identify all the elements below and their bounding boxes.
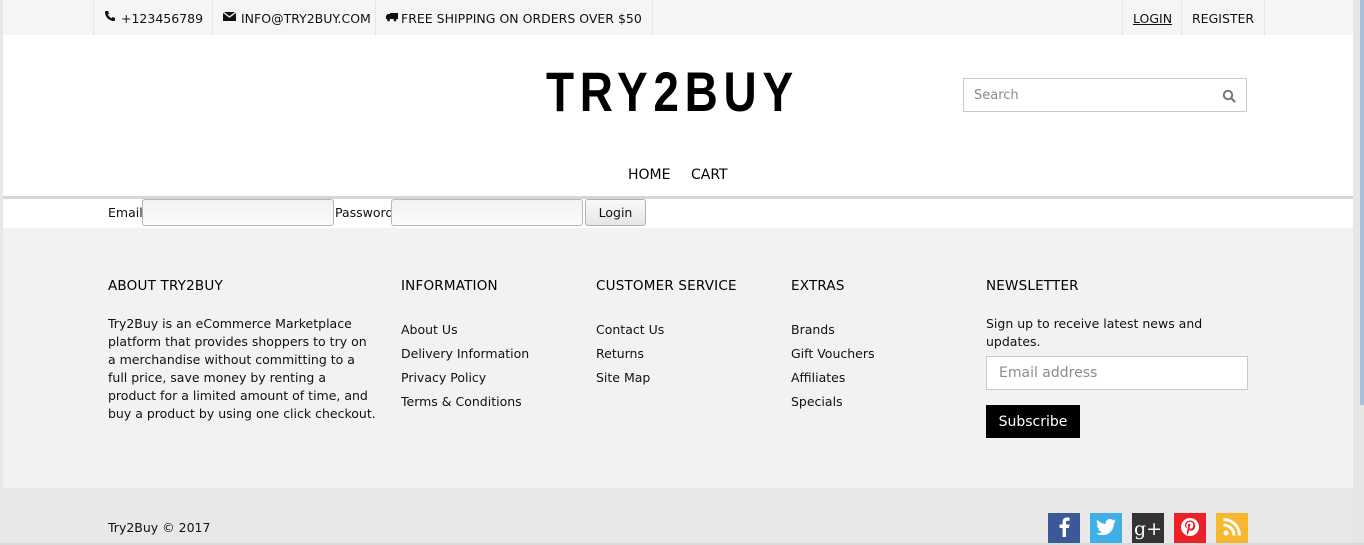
phone-icon xyxy=(104,1,116,36)
search-icon[interactable] xyxy=(1222,88,1236,103)
truck-icon xyxy=(386,1,398,36)
footer-information: INFORMATION About Us Delivery Informatio… xyxy=(401,278,529,409)
footer-about: ABOUT TRY2BUY Try2Buy is an eCommerce Ma… xyxy=(108,278,378,421)
envelope-icon xyxy=(222,1,237,36)
login-form: Email Password Login xyxy=(3,199,1353,228)
topbar-email[interactable]: INFO@TRY2BUY.COM xyxy=(212,0,381,35)
newsletter-title: NEWSLETTER xyxy=(986,278,1079,294)
footer-newsletter: NEWSLETTER Sign up to receive latest new… xyxy=(986,278,1248,438)
footer-link-site-map[interactable]: Site Map xyxy=(596,370,650,385)
extras-title: EXTRAS xyxy=(791,278,845,294)
footer-link-affiliates[interactable]: Affiliates xyxy=(791,370,845,385)
footer-link-specials[interactable]: Specials xyxy=(791,394,843,409)
newsletter-text: Sign up to receive latest news and updat… xyxy=(986,316,1203,349)
twitter-icon xyxy=(1096,518,1116,540)
register-link[interactable]: REGISTER xyxy=(1181,0,1266,35)
search-input[interactable] xyxy=(964,79,1224,111)
footer-customer-service: CUSTOMER SERVICE Contact Us Returns Site… xyxy=(596,278,737,385)
twitter-button[interactable] xyxy=(1090,513,1122,545)
nav-cart[interactable]: CART xyxy=(691,167,728,183)
footer-link-terms-conditions[interactable]: Terms & Conditions xyxy=(401,394,522,409)
topbar-phone: +123456789 xyxy=(93,0,213,35)
facebook-button[interactable] xyxy=(1048,513,1080,545)
about-title: ABOUT TRY2BUY xyxy=(108,278,223,294)
newsletter-email-input[interactable] xyxy=(986,356,1248,390)
footer-link-delivery-information[interactable]: Delivery Information xyxy=(401,346,529,361)
footer-link-gift-vouchers[interactable]: Gift Vouchers xyxy=(791,346,875,361)
google-plus-icon: g+ xyxy=(1133,518,1163,540)
about-text: Try2Buy is an eCommerce Marketplace plat… xyxy=(108,316,376,421)
rss-icon xyxy=(1223,517,1241,541)
footer-link-contact-us[interactable]: Contact Us xyxy=(596,322,664,337)
header: TRY2BUY HOME CART xyxy=(3,35,1353,199)
rss-button[interactable] xyxy=(1216,513,1248,545)
nav-home[interactable]: HOME xyxy=(628,167,670,183)
subscribe-button[interactable]: Subscribe xyxy=(986,405,1080,438)
information-title: INFORMATION xyxy=(401,278,498,294)
customer-service-title: CUSTOMER SERVICE xyxy=(596,278,737,294)
email-label: Email xyxy=(108,205,143,220)
password-label: Password xyxy=(335,205,394,220)
footer-link-brands[interactable]: Brands xyxy=(791,322,835,337)
copyright: Try2Buy © 2017 xyxy=(108,520,211,535)
scrollbar-thumb[interactable] xyxy=(1360,0,1364,405)
email-field[interactable] xyxy=(142,199,334,226)
site-logo[interactable]: TRY2BUY xyxy=(546,62,799,122)
footer-link-privacy-policy[interactable]: Privacy Policy xyxy=(401,370,486,385)
footer-link-about-us[interactable]: About Us xyxy=(401,322,458,337)
top-bar: +123456789 INFO@TRY2BUY.COM FREE SHIPPIN… xyxy=(3,0,1353,35)
facebook-icon xyxy=(1058,517,1070,542)
footer: ABOUT TRY2BUY Try2Buy is an eCommerce Ma… xyxy=(3,228,1353,488)
password-field[interactable] xyxy=(391,199,583,226)
pinterest-icon xyxy=(1180,517,1200,542)
vertical-scrollbar[interactable] xyxy=(1353,0,1364,545)
search-box xyxy=(963,78,1247,112)
google-plus-button[interactable]: g+ xyxy=(1132,513,1164,545)
login-link[interactable]: LOGIN xyxy=(1122,0,1182,35)
footer-extras: EXTRAS Brands Gift Vouchers Affiliates S… xyxy=(791,278,875,409)
pinterest-button[interactable] xyxy=(1174,513,1206,545)
page: +123456789 INFO@TRY2BUY.COM FREE SHIPPIN… xyxy=(3,0,1353,545)
footer-link-returns[interactable]: Returns xyxy=(596,346,644,361)
topbar-shipping: FREE SHIPPING ON ORDERS OVER $50 xyxy=(375,0,653,35)
bottom-bar: Try2Buy © 2017 g+ xyxy=(3,488,1353,545)
login-button[interactable]: Login xyxy=(585,199,646,226)
